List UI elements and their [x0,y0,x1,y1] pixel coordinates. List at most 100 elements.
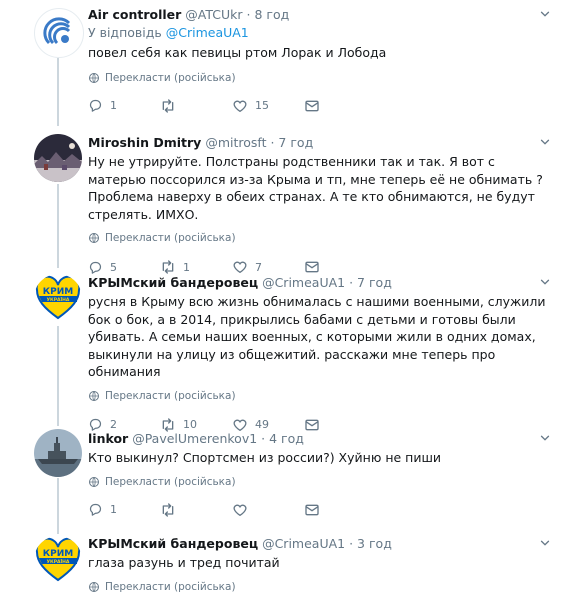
battleship-photo-icon [34,429,82,477]
thread-line [57,58,59,126]
separator-dot: · [261,431,270,446]
user-handle[interactable]: @PavelUmerenkov1 [132,431,257,446]
reply-count: 1 [110,99,117,112]
tweet-text: Ну не утрируйте. Полстраны родственники … [88,154,543,222]
retweet-count: 10 [183,418,197,431]
retweet-button[interactable] [160,98,232,114]
like-count: 15 [255,99,269,112]
like-button[interactable] [232,502,304,518]
retweet-icon [160,502,176,518]
reply-count: 5 [110,260,117,274]
tweet-header: Miroshin Dmitry @mitrosft · 7 год [88,135,552,151]
heart-icon [232,502,248,518]
reply-icon [88,98,103,113]
avatar[interactable] [34,8,84,58]
chevron-down-icon[interactable] [538,275,552,289]
tweet-actions: 5 1 7 [88,259,552,275]
retweet-icon [160,259,176,275]
translate-link[interactable]: Перекласти (російська) [88,390,552,402]
display-name[interactable]: Air controller [88,7,181,22]
reply-context: У відповідь @CrimeaUA1 [88,25,552,40]
tweet-text: русня в Крыму всю жизнь обнималась с наш… [88,294,546,379]
retweet-icon [160,98,176,114]
tweet-actions: 1 15 [88,98,552,114]
tweet-text: повел себя как певицы ртом Лорак и Лобод… [88,45,387,60]
like-button[interactable]: 7 [232,259,304,275]
display-name[interactable]: КРЫМский бандеровец [88,536,258,551]
like-count: 7 [255,260,262,274]
thread-line [57,326,59,426]
reply-button[interactable]: 1 [88,502,160,517]
envelope-icon [304,259,320,275]
reply-icon [88,502,103,517]
translate-label: Перекласти (російська) [105,580,236,593]
chevron-down-icon[interactable] [538,7,552,21]
translate-link[interactable]: Перекласти (російська) [88,581,552,593]
direct-message-button[interactable] [304,502,376,518]
timestamp[interactable]: 3 год [357,536,392,551]
translate-link[interactable]: Перекласти (російська) [88,232,552,244]
separator-dot: · [349,275,358,290]
timestamp[interactable]: 7 год [357,275,392,290]
thread-line [57,478,59,534]
translate-link[interactable]: Перекласти (російська) [88,476,552,488]
retweet-button[interactable]: 1 [160,259,232,275]
translate-link[interactable]: Перекласти (російська) [88,72,552,84]
user-handle[interactable]: @CrimeaUA1 [262,536,345,551]
tweet-actions: 1 [88,502,552,518]
avatar-label: КРИМ [43,287,73,297]
direct-message-button[interactable] [304,259,376,275]
air-controller-logo-icon [36,10,82,56]
translate-label: Перекласти (російська) [105,475,236,488]
reply-button[interactable]: 1 [88,98,160,113]
display-name[interactable]: linkor [88,431,128,446]
avatar-sublabel: УКРАЇНА [47,558,70,565]
globe-icon [88,232,100,244]
tweet-header: КРЫМский бандеровец @CrimeaUA1 · 3 год [88,536,552,552]
display-name[interactable]: Miroshin Dmitry [88,135,201,150]
timestamp[interactable]: 4 год [269,431,304,446]
direct-message-button[interactable] [304,98,376,114]
timestamp[interactable]: 8 год [254,7,289,22]
avatar[interactable] [34,134,82,182]
chevron-down-icon[interactable] [538,536,552,550]
avatar-label: КРИМ [43,549,73,559]
reply-button[interactable]: 2 [88,417,160,432]
timestamp[interactable]: 7 год [278,135,313,150]
reply-icon [88,260,103,275]
user-handle[interactable]: @ATCUkr [185,7,242,22]
crimea-ukraine-heart-icon: КРИМ УКРАЇНА [35,537,81,582]
reply-prefix: У відповідь [88,25,162,40]
crimea-ukraine-heart-icon: КРИМ УКРАЇНА [35,275,81,320]
user-handle[interactable]: @mitrosft [205,135,266,150]
reply-button[interactable]: 5 [88,260,160,275]
reply-count: 1 [110,503,117,516]
avatar-photo-icon [34,134,82,182]
retweet-count: 1 [183,260,190,274]
avatar[interactable] [34,429,82,477]
display-name[interactable]: КРЫМский бандеровец [88,275,258,290]
reply-count: 2 [110,418,117,431]
chevron-down-icon[interactable] [538,135,552,149]
globe-icon [88,390,100,402]
avatar[interactable]: КРИМ УКРАЇНА [34,274,82,322]
envelope-icon [304,502,320,518]
reply-icon [88,417,103,432]
envelope-icon [304,98,320,114]
reply-handle-link[interactable]: @CrimeaUA1 [166,25,249,40]
retweet-button[interactable] [160,502,232,518]
heart-icon [232,98,248,114]
avatar[interactable]: КРИМ УКРАЇНА [34,536,82,584]
heart-icon [232,259,248,275]
tweet-header: КРЫМский бандеровец @CrimeaUA1 · 7 год [88,275,552,291]
translate-label: Перекласти (російська) [105,389,236,402]
globe-icon [88,72,100,84]
globe-icon [88,581,100,593]
like-count: 49 [255,418,269,431]
like-button[interactable]: 15 [232,98,304,114]
translate-label: Перекласти (російська) [105,71,236,84]
user-handle[interactable]: @CrimeaUA1 [262,275,345,290]
tweet-header: linkor @PavelUmerenkov1 · 4 год [88,431,552,447]
tweet-header: Air controller @ATCUkr · 8 год [88,7,552,23]
chevron-down-icon[interactable] [538,431,552,445]
